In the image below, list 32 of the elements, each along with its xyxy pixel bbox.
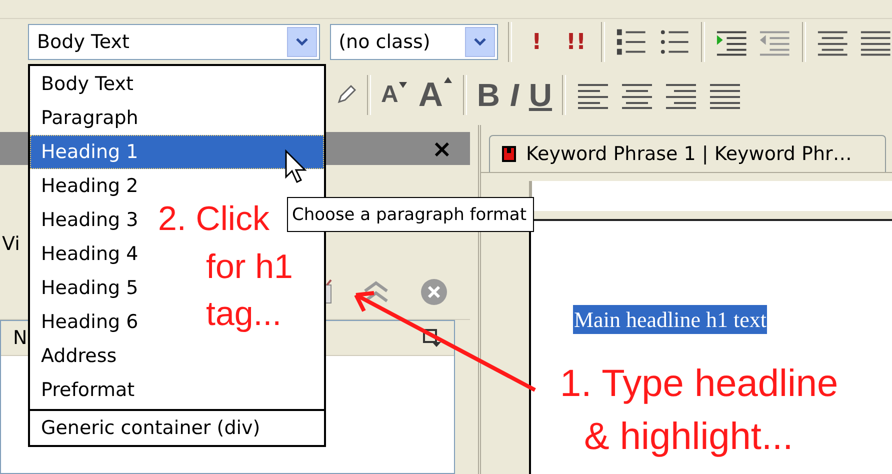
document-tab[interactable]: Keyword Phrase 1 | Keyword Phr… bbox=[489, 135, 886, 172]
underline-button[interactable]: U bbox=[528, 76, 552, 114]
menu-item[interactable]: Heading 1 bbox=[30, 135, 324, 169]
headline-text: Main headline h1 text bbox=[573, 305, 768, 334]
italic-button[interactable]: I bbox=[510, 76, 519, 114]
annotation-text: tag... bbox=[206, 294, 282, 336]
caret-icon bbox=[398, 81, 408, 89]
column-label: N bbox=[13, 327, 28, 349]
close-button[interactable]: × bbox=[432, 134, 452, 162]
caret-icon bbox=[442, 76, 453, 84]
double-chevron-icon[interactable] bbox=[363, 281, 389, 303]
dropdown-icon[interactable] bbox=[422, 328, 442, 348]
close-circle-icon[interactable] bbox=[419, 277, 449, 307]
annotation-text: 1. Type headline bbox=[560, 362, 838, 407]
document-icon bbox=[502, 146, 516, 162]
bold-button[interactable]: B bbox=[476, 76, 500, 114]
chevron-down-icon bbox=[473, 37, 488, 47]
panel-label: Vi bbox=[2, 233, 20, 255]
annotation-text: 2. Click bbox=[158, 199, 270, 240]
grow-font-button[interactable]: A bbox=[418, 76, 453, 114]
chevron-down-icon bbox=[294, 37, 309, 47]
emphasis-button[interactable]: !! bbox=[561, 30, 591, 54]
pencil-icon[interactable] bbox=[335, 84, 357, 106]
tooltip: Choose a paragraph format bbox=[287, 197, 534, 232]
emphasis-button[interactable]: ! bbox=[522, 30, 552, 54]
class-select[interactable]: (no class) bbox=[330, 24, 498, 60]
paragraph-style-select[interactable]: Body Text bbox=[28, 24, 320, 60]
shrink-font-button[interactable]: A bbox=[381, 81, 408, 109]
annotation-text: for h1 bbox=[206, 246, 293, 288]
numbered-list-icon[interactable] bbox=[614, 27, 648, 57]
mouse-pointer-icon bbox=[285, 149, 307, 184]
annotation-text: & highlight... bbox=[584, 415, 794, 460]
